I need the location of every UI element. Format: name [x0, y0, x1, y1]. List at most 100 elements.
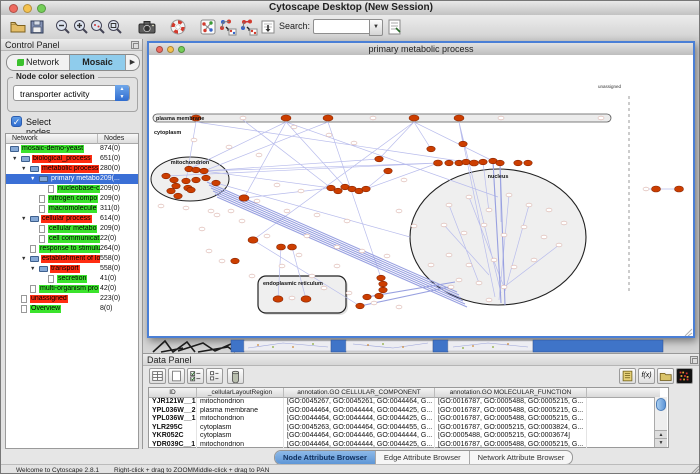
column-header-region[interactable]: _cellularLayoutRegion	[197, 388, 284, 398]
tree-column-network[interactable]: Network	[6, 134, 98, 144]
select-nodes-checkbox[interactable]: ✓	[11, 116, 22, 127]
search-go-icon[interactable]	[387, 18, 403, 36]
delete-attribute-icon[interactable]	[227, 368, 244, 384]
tab-node-attribute-browser[interactable]: Node Attribute Browser	[275, 451, 376, 464]
tree-row[interactable]: macromolecule311(0)	[6, 204, 138, 214]
er-label: endoplasmic reticulum	[263, 281, 323, 287]
column-header-filler	[587, 388, 660, 398]
mitochondrion-label: mitochondrion	[171, 160, 210, 166]
tree-row[interactable]: cell communicat22(0)	[6, 234, 138, 244]
zoom-selected-icon[interactable]	[89, 18, 107, 36]
data-panel-title: Data Panel	[147, 355, 192, 365]
zoom-window-icon[interactable]	[37, 4, 46, 13]
column-header-id[interactable]: ID	[149, 388, 197, 398]
tab-network-attribute-browser[interactable]: Network Attribute Browser	[470, 451, 573, 464]
new-network-from-selected-nodes-icon[interactable]	[218, 18, 238, 36]
control-panel: Control Panel Network Mosaic ▶ Node colo…	[1, 39, 143, 453]
node-color-selection-legend: Node color selection	[13, 72, 98, 81]
tree-row[interactable]: cellular metabo209(0)	[6, 224, 138, 234]
heatmap-icon[interactable]	[676, 368, 693, 384]
table-row[interactable]: YDR039C__1mitochondrion[GO:0044464, GO:0…	[149, 441, 655, 450]
dropdown-stepper-icon: ▲▼	[115, 85, 129, 101]
control-panel-tabs: Network Mosaic ▶	[6, 54, 140, 71]
tree-row[interactable]: ▼metabolic process280(0)	[6, 164, 138, 174]
tree-row[interactable]: ▼transport558(0)	[6, 264, 138, 274]
layout-icon[interactable]	[199, 18, 217, 36]
snapshot-icon[interactable]	[137, 18, 157, 36]
tree-row[interactable]: secretion41(0)	[6, 274, 138, 284]
table-row[interactable]: YKR052Ccytoplasm[GO:0044464, GO:0044446,…	[149, 432, 655, 441]
data-panel: Data Panel f(x) ID _cellularLayoutRegion…	[143, 353, 700, 449]
tree-row[interactable]: nucleobase-c209(0)	[6, 184, 138, 194]
table-row[interactable]: YPL036W__1mitochondrion[GO:0044464, GO:0…	[149, 415, 655, 424]
import-attributes-icon[interactable]	[657, 368, 674, 384]
tree-row[interactable]: ▼establishment of lo558(0)	[6, 254, 138, 264]
tree-row[interactable]: unassigned223(0)	[6, 294, 138, 304]
zoom-in-icon[interactable]	[72, 18, 90, 36]
search-label: Search:	[279, 21, 310, 31]
search-dropdown-arrow-icon[interactable]: ▼	[369, 19, 383, 36]
table-row[interactable]: YPL036W__2plasma membrane[GO:0044464, GO…	[149, 407, 655, 416]
network-canvas[interactable]: plasma membrane cytoplasm mitochondrion …	[149, 55, 693, 336]
network-tab-icon	[17, 59, 24, 66]
zoom-fit-icon[interactable]	[106, 18, 124, 36]
control-panel-title: Control Panel	[5, 40, 60, 50]
tab-network[interactable]: Network	[7, 55, 70, 70]
tree-row[interactable]: mosaic-demo-yeast874(0)	[6, 144, 138, 154]
tree-row-selected[interactable]: ▼primary metabo209(...	[6, 174, 138, 184]
scroll-down-icon[interactable]: ▼	[655, 438, 667, 447]
scrollbar-thumb[interactable]	[656, 398, 666, 411]
new-network-from-selected-edges-icon[interactable]	[239, 18, 259, 36]
unassigned-label: unassigned	[598, 84, 622, 89]
close-network-window-icon[interactable]	[156, 46, 163, 53]
node-color-dropdown[interactable]: transporter activity ▲▼	[13, 85, 130, 101]
new-attribute-icon[interactable]	[168, 368, 185, 384]
search-input[interactable]	[313, 19, 371, 34]
tree-row[interactable]: Overview8(0)	[6, 304, 138, 314]
table-scrollbar[interactable]: ▲ ▼	[654, 397, 667, 447]
tree-row[interactable]: response to stimulu264(0)	[6, 244, 138, 254]
data-panel-header: Data Panel	[143, 354, 700, 366]
minimize-network-window-icon[interactable]	[167, 46, 174, 53]
tree-row[interactable]: ▼cellular process614(0)	[6, 214, 138, 224]
import-icon[interactable]	[259, 18, 277, 36]
plasma-membrane-region[interactable]	[153, 114, 611, 122]
minimize-window-icon[interactable]	[23, 4, 32, 13]
network-view-window[interactable]: primary metabolic process	[147, 41, 695, 338]
node-attribute-table[interactable]: ID _cellularLayoutRegion annotation.GO C…	[148, 387, 669, 448]
status-zoom-hint: Right-click + drag to ZOOM	[114, 467, 193, 474]
canvas-resize-grip[interactable]	[685, 329, 692, 336]
network-desktop: primary metabolic process	[143, 39, 700, 353]
column-header-molecular-function[interactable]: annotation.GO MOLECULAR_FUNCTION	[435, 388, 587, 398]
select-attributes-icon[interactable]	[187, 368, 204, 384]
save-icon[interactable]	[28, 18, 46, 36]
minimized-window-strips[interactable]	[231, 340, 663, 352]
close-window-icon[interactable]	[9, 4, 18, 13]
zoom-network-window-icon[interactable]	[178, 46, 185, 53]
window-resize-grip[interactable]	[690, 465, 700, 474]
status-bar: Welcome to Cytoscape 2.8.1 Right-click +…	[1, 464, 700, 474]
background-windows-strip[interactable]	[143, 339, 700, 353]
column-header-cellular-component[interactable]: annotation.GO CELLULAR_COMPONENT	[284, 388, 435, 398]
tree-row[interactable]: multi-organism pro42(0)	[6, 284, 138, 294]
tree-row[interactable]: ▼biological_process651(0)	[6, 154, 138, 164]
float-data-panel-icon[interactable]	[690, 356, 698, 364]
attribute-list-icon[interactable]	[206, 368, 223, 384]
tree-column-nodes[interactable]: Nodes	[98, 134, 138, 144]
zoom-out-icon[interactable]	[54, 18, 72, 36]
notes-icon[interactable]	[619, 368, 636, 384]
main-toolbar: Search: ▼	[1, 15, 700, 40]
table-row[interactable]: YJR121W__1mitochondrion[GO:0045267, GO:0…	[149, 398, 655, 407]
tab-edge-attribute-browser[interactable]: Edge Attribute Browser	[376, 451, 470, 464]
table-row[interactable]: YLR295Ccytoplasm[GO:0045263, GO:0044464,…	[149, 424, 655, 433]
tree-row[interactable]: nitrogen compo209(0)	[6, 194, 138, 204]
float-panel-icon[interactable]	[131, 41, 139, 49]
formula-icon[interactable]: f(x)	[638, 368, 655, 384]
cytoscape-window: Cytoscape Desktop (New Session) Search: …	[0, 0, 700, 474]
help-icon[interactable]	[169, 18, 187, 36]
tab-mosaic[interactable]: Mosaic	[70, 55, 126, 70]
tab-overflow-arrow-icon[interactable]: ▶	[126, 55, 139, 70]
open-icon[interactable]	[9, 18, 27, 36]
attribute-table-icon[interactable]	[149, 368, 166, 384]
status-pan-hint: Middle-click + drag to PAN	[193, 467, 269, 474]
